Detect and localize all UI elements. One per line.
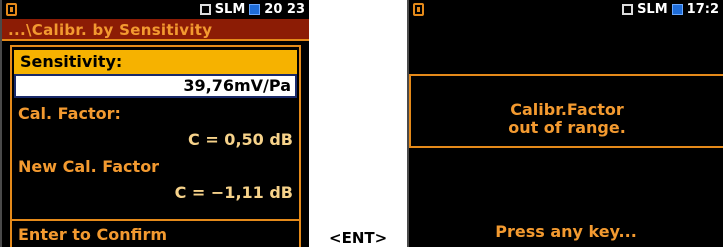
status-time: 17:2 — [686, 2, 719, 17]
right-device-screen: SLM 17:2 Calibr.Factor out of range. Pre… — [407, 0, 723, 247]
divider — [12, 219, 299, 221]
status-bar: SLM 20 23 — [2, 0, 309, 19]
cal-factor-label: Cal. Factor: — [18, 104, 121, 123]
enter-to-confirm-hint: Enter to Confirm — [18, 225, 168, 244]
ent-key-label: <ENT> — [329, 229, 388, 247]
status-bar: SLM 17:2 — [409, 0, 723, 19]
status-square-icon — [249, 4, 261, 15]
battery-icon — [6, 3, 17, 16]
press-any-key-prompt[interactable]: Press any key... — [409, 222, 723, 241]
slm-mode-icon — [622, 4, 634, 15]
status-time: 20 23 — [264, 2, 305, 17]
error-message-line-2: out of range. — [508, 118, 626, 137]
status-square-icon — [671, 4, 683, 15]
new-cal-factor-value: C = −1,11 dB — [174, 183, 293, 202]
calibration-panel: Sensitivity: 39,76mV/Pa Cal. Factor: C =… — [10, 45, 301, 247]
sensitivity-label: Sensitivity: — [14, 50, 297, 74]
path-title: ...\Calibr. by Sensitivity — [2, 19, 309, 41]
new-cal-factor-label: New Cal. Factor — [18, 157, 160, 176]
status-right-group: SLM 17:2 — [622, 0, 719, 19]
error-message-line-1: Calibr.Factor — [510, 100, 624, 119]
status-mode-label: SLM — [637, 2, 668, 17]
error-message-box: Calibr.Factor out of range. — [409, 74, 723, 148]
cal-factor-value: C = 0,50 dB — [188, 130, 293, 149]
left-device-screen: SLM 20 23 ...\Calibr. by Sensitivity Sen… — [0, 0, 309, 247]
slm-mode-icon — [199, 4, 211, 15]
sensitivity-input[interactable]: 39,76mV/Pa — [14, 74, 297, 98]
battery-icon — [413, 3, 424, 16]
status-right-group: SLM 20 23 — [199, 0, 305, 19]
status-mode-label: SLM — [214, 2, 246, 17]
